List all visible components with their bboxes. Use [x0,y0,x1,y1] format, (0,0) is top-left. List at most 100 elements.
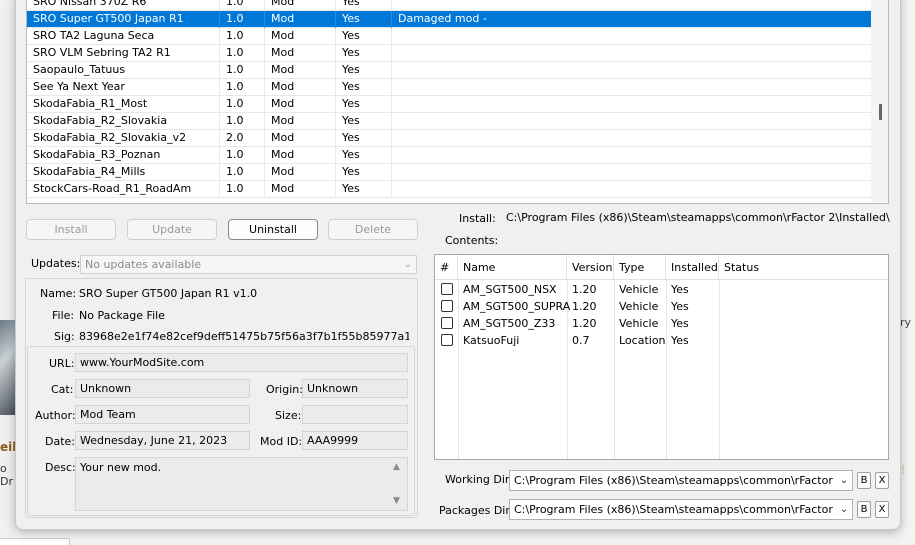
mod-status-cell [392,113,871,130]
packages-dir-dropdown[interactable]: C:\Program Files (x86)\Steam\steamapps\c… [509,499,853,520]
mod-list-row[interactable]: Saopaulo_Tatuus 1.0 Mod Yes [27,62,871,79]
mod-installed-cell: Yes [336,164,392,181]
mod-list-scrollbar[interactable] [871,0,888,203]
chevron-down-icon: ⌄ [836,471,852,490]
mod-name-cell: Saopaulo_Tatuus [27,62,220,79]
mod-list-row[interactable]: SkodaFabia_R3_Poznan 1.0 Mod Yes [27,147,871,164]
mod-list-row[interactable]: StockCars-Road_R1_RoadAm 1.0 Mod Yes [27,181,871,198]
mod-list-row-partial [27,198,871,203]
updates-dropdown[interactable]: No updates available ⌄ [80,255,417,274]
background-thumbnail [0,320,15,415]
col-header-num[interactable]: # [435,255,458,280]
working-dir-clear-button[interactable]: X [875,472,889,489]
mod-version-cell: 1.0 [220,11,265,28]
mod-name-cell: SkodaFabia_R4_Mills [27,164,220,181]
contents-table[interactable]: # Name Version Type Installed Status AM_… [434,254,889,460]
mod-list-row[interactable]: SkodaFabia_R2_Slovakia 1.0 Mod Yes [27,113,871,130]
sig-label: Sig: [54,330,75,343]
desc-scrollbar[interactable]: ▲ ▼ [390,458,407,510]
scrollbar-thumb[interactable] [879,104,882,120]
col-header-type[interactable]: Type [614,255,666,280]
content-name-cell: KatsuoFuji [463,334,520,347]
content-type-cell: Vehicle [619,300,659,313]
author-field[interactable]: Mod Team [75,405,250,424]
background-tab [0,538,70,545]
col-header-name[interactable]: Name [458,255,567,280]
mod-installed-cell: Yes [336,79,392,96]
background-text: ry [900,316,912,329]
mod-type-cell: Mod [265,0,336,11]
update-button[interactable]: Update [127,219,217,240]
working-dir-dropdown[interactable]: C:\Program Files (x86)\Steam\steamapps\c… [509,470,853,491]
col-header-version[interactable]: Version [567,255,614,280]
mod-version-cell: 2.0 [220,130,265,147]
background-app-left: eil o Dr [0,0,16,545]
mod-list-row[interactable]: SRO Nissan 370Z R6 1.0 Mod Yes [27,0,871,11]
mod-type-cell: Mod [265,45,336,62]
contents-row[interactable]: AM_SGT500_NSX 1.20 Vehicle Yes [435,281,888,298]
mod-list[interactable]: SRO Nissan 370Z R6 1.0 Mod Yes SRO Super GT5… [26,0,889,204]
scroll-up-icon[interactable]: ▲ [393,462,400,472]
packages-dir-browse-button[interactable]: B [857,501,871,518]
mod-name-cell: SRO Nissan 370Z R6 [27,0,220,11]
mod-list-row[interactable]: SkodaFabia_R4_Mills 1.0 Mod Yes [27,164,871,181]
author-label: Author: [35,409,76,422]
packages-dir-clear-button[interactable]: X [875,501,889,518]
checkbox[interactable] [441,283,453,295]
mod-type-cell: Mod [265,130,336,147]
delete-button[interactable]: Delete [328,219,418,240]
mod-type-cell: Mod [265,96,336,113]
content-type-cell: Vehicle [619,283,659,296]
desc-text: Your new mod. [80,461,162,474]
install-button[interactable]: Install [26,219,116,240]
col-header-installed[interactable]: Installed [666,255,719,280]
origin-field[interactable]: Unknown [302,379,408,398]
content-type-cell: Location [619,334,666,347]
contents-row[interactable]: KatsuoFuji 0.7 Location Yes [435,332,888,349]
modid-field[interactable]: AAA9999 [302,431,408,450]
checkbox[interactable] [441,334,453,346]
desc-textarea[interactable]: Your new mod. ▲ ▼ [75,457,408,511]
install-path-value: C:\Program Files (x86)\Steam\steamapps\c… [506,211,890,224]
contents-row[interactable]: AM_SGT500_Z33 1.20 Vehicle Yes [435,315,888,332]
origin-label: Origin: [266,383,303,396]
checkbox[interactable] [441,300,453,312]
mod-installed-cell: Yes [336,62,392,79]
mod-status-cell [392,130,871,147]
mod-name-cell: SRO VLM Sebring TA2 R1 [27,45,220,62]
col-header-status[interactable]: Status [719,255,888,280]
mod-list-row[interactable]: See Ya Next Year 1.0 Mod Yes [27,79,871,96]
mod-status-cell [392,79,871,96]
scroll-down-icon[interactable]: ▼ [393,496,400,506]
size-field[interactable] [302,405,408,424]
mod-status-cell [392,62,871,79]
mod-installed-cell: Yes [336,130,392,147]
mod-list-row[interactable]: SRO Super GT500 Japan R1 1.0 Mod Yes Damaged… [27,11,871,28]
mod-list-row[interactable]: SRO VLM Sebring TA2 R1 1.0 Mod Yes [27,45,871,62]
mod-version-cell: 1.0 [220,96,265,113]
name-label: Name: [40,287,77,300]
content-version-cell: 1.20 [572,300,597,313]
url-label: URL: [49,357,75,370]
sig-value: 83968e2e1f74e82cef9deff51475b75f56a3f7b1… [79,330,409,343]
mod-installed-cell: Yes [336,11,392,28]
url-field[interactable]: www.YourModSite.com [75,353,408,372]
mod-name-cell: SkodaFabia_R1_Most [27,96,220,113]
updates-value: No updates available [85,258,202,271]
cat-field[interactable]: Unknown [75,379,250,398]
working-dir-browse-button[interactable]: B [857,472,871,489]
mod-list-row[interactable]: SkodaFabia_R2_Slovakia_v2 2.0 Mod Yes [27,130,871,147]
content-type-cell: Vehicle [619,317,659,330]
mod-list-row[interactable]: SRO TA2 Laguna Seca 1.0 Mod Yes [27,28,871,45]
contents-row[interactable]: AM_SGT500_SUPRA 1.20 Vehicle Yes [435,298,888,315]
mod-type-cell: Mod [265,11,336,28]
packages-dir-label: Packages Dir: [439,504,514,517]
checkbox[interactable] [441,317,453,329]
uninstall-button[interactable]: Uninstall [228,219,318,240]
working-dir-value: C:\Program Files (x86)\Steam\steamapps\c… [514,474,844,487]
content-installed-cell: Yes [671,334,689,347]
mod-status-cell [392,147,871,164]
mod-list-row[interactable]: SkodaFabia_R1_Most 1.0 Mod Yes [27,96,871,113]
content-version-cell: 1.20 [572,317,597,330]
date-field[interactable]: Wednesday, June 21, 2023 [75,431,250,450]
